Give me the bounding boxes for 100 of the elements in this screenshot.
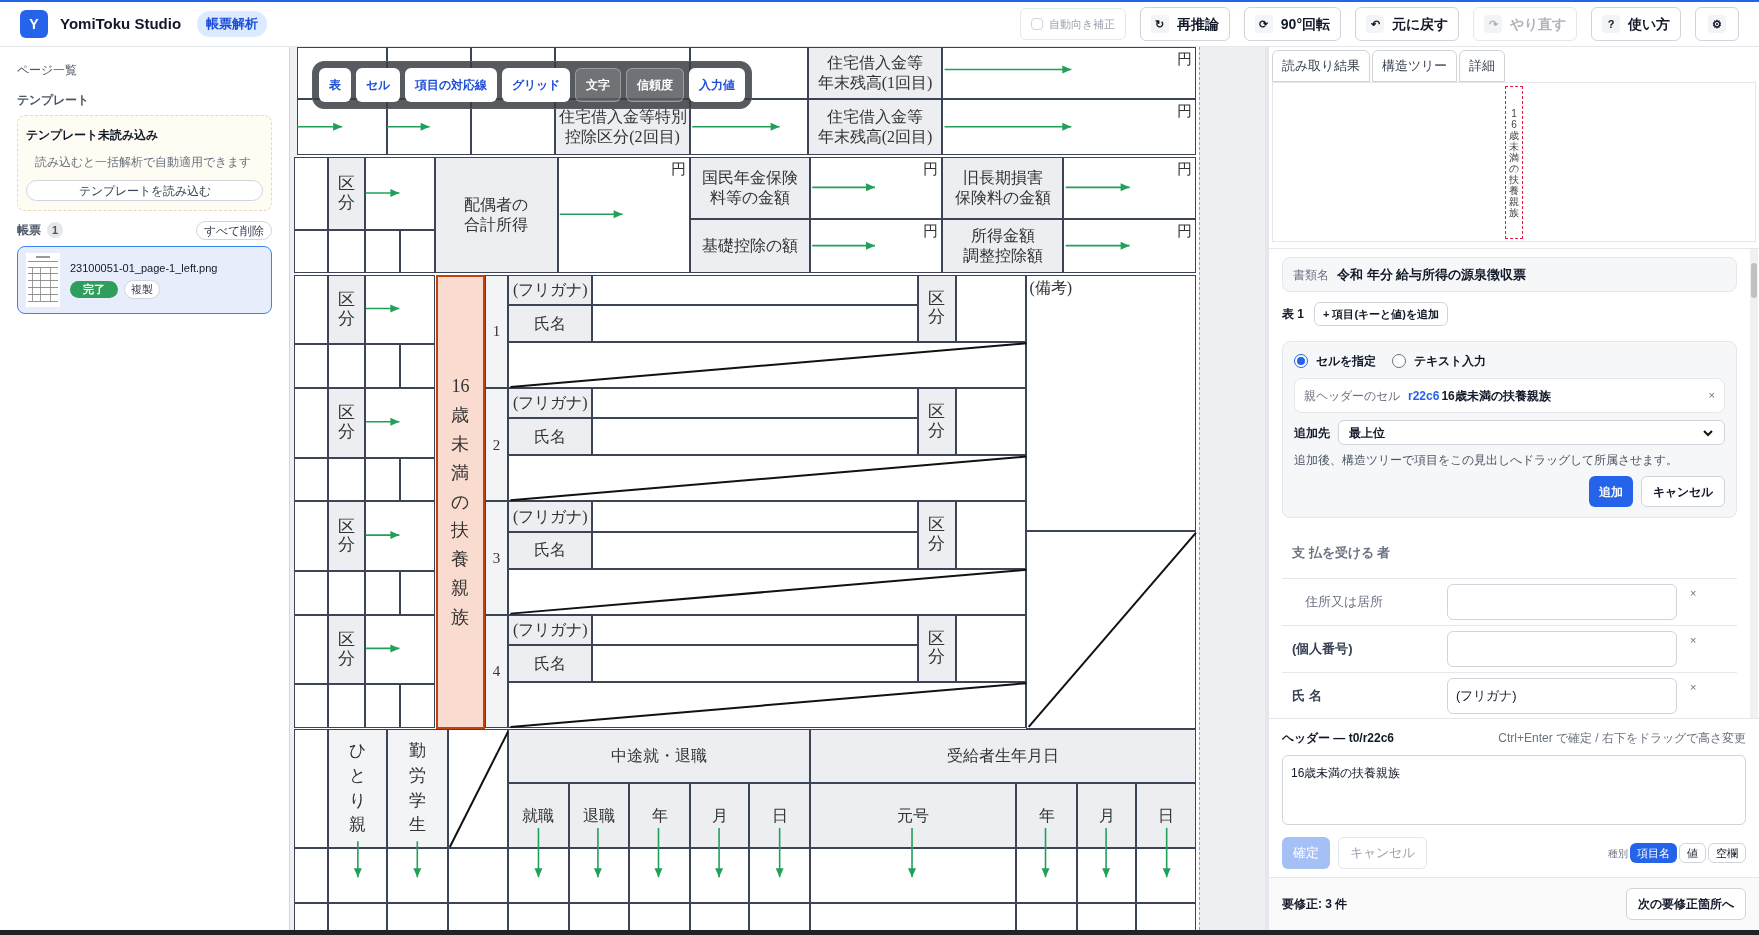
form-label-cell: 氏名	[508, 531, 593, 569]
cancel-button[interactable]: キャンセル	[1641, 476, 1725, 507]
form-label-cell: 区分	[917, 614, 956, 683]
remove-button[interactable]: ×	[1690, 678, 1697, 695]
amount-cell: 円	[809, 157, 943, 219]
form-label-cell: 基礎控除の額	[689, 218, 810, 273]
link-arrow	[811, 183, 876, 192]
link-arrow	[364, 644, 401, 653]
cell-text: 16歳未満の扶養親族	[1441, 387, 1551, 405]
file-card[interactable]: 23100051-01_page-1_left.png 完了 複製	[17, 245, 272, 314]
link-arrow	[364, 531, 401, 540]
card-title: テンプレート未読み込み	[26, 127, 159, 144]
link-arrow	[593, 827, 602, 879]
settings-button[interactable]: ⚙	[1695, 7, 1739, 41]
section-heading: テンプレート	[17, 92, 90, 109]
panel-tab[interactable]: 構造ツリー	[1372, 50, 1457, 82]
form-label-cell: (フリガナ)	[508, 388, 593, 419]
amount-cell: 円	[942, 98, 1196, 155]
form-label-cell: 区分	[327, 501, 365, 571]
row-number-cell: 1	[484, 274, 509, 389]
amount-cell: 円	[809, 218, 943, 273]
label-text: 住宅借入金等	[827, 52, 923, 73]
link-arrow	[296, 122, 343, 131]
layer-toggle[interactable]: 表	[319, 68, 351, 102]
delete-all-button[interactable]: すべて削除	[196, 220, 272, 240]
clear-button[interactable]: ×	[1708, 387, 1715, 404]
text-input[interactable]: (フリガナ)	[1447, 677, 1677, 714]
next-issue-button[interactable]: 次の要修正箇所へ	[1626, 888, 1746, 920]
panel-title: ページ一覧	[17, 62, 78, 79]
link-arrow	[386, 122, 431, 131]
add-item-button[interactable]: + 項目(キーと値)を追加	[1314, 302, 1448, 326]
label-text: 配偶者の	[464, 194, 529, 215]
empty-cell	[400, 571, 436, 615]
type-option[interactable]: 値	[1679, 843, 1706, 863]
form-label-cell: 中途就・退職	[508, 729, 810, 783]
field-label: 追加先	[1294, 424, 1330, 442]
empty-cell	[400, 457, 436, 502]
label-text: 住宅借入金等	[827, 106, 923, 127]
link-arrow	[811, 241, 876, 250]
form-label-cell: 退職	[568, 783, 630, 849]
empty-cell	[364, 457, 401, 502]
row-number-cell: 3	[484, 501, 509, 615]
panel-tab[interactable]: 詳細	[1459, 50, 1505, 82]
label-text: 保険料の金額	[954, 187, 1051, 208]
type-option[interactable]: 空欄	[1708, 843, 1746, 863]
parent-cell-field[interactable]: 親ヘッダーのセル r22c6 16歳未満の扶養親族 ×	[1294, 378, 1725, 413]
form-label-cell: 元号	[809, 783, 1017, 849]
form-label-cell: 氏名	[508, 418, 593, 456]
toolbar-button[interactable]: ? 使い方	[1591, 7, 1681, 41]
section-heading: 帳票	[17, 222, 41, 239]
scrollbar[interactable]	[1750, 249, 1758, 718]
issue-count: 要修正: 3 件	[1282, 896, 1348, 913]
layer-toggle[interactable]: 入力値	[689, 68, 745, 102]
toolbar-button[interactable]: ↶ 元に戻す	[1355, 7, 1459, 41]
remove-button[interactable]: ×	[1690, 584, 1697, 601]
field-label: 住所又は居所	[1304, 592, 1384, 611]
layer-toggle[interactable]: グリッド	[502, 68, 570, 102]
empty-cell	[364, 684, 401, 729]
layer-toggle[interactable]: 信頼度	[626, 68, 684, 102]
empty-cell	[364, 344, 401, 389]
link-arrow	[364, 188, 401, 197]
link-arrow	[1064, 183, 1131, 192]
remove-button[interactable]: ×	[1690, 631, 1697, 648]
amount-cell: 円	[557, 157, 690, 273]
type-option[interactable]: 項目名	[1630, 843, 1677, 863]
radio-button[interactable]: セルを指定	[1294, 352, 1376, 370]
load-template-button[interactable]: テンプレートを読み込む	[26, 180, 263, 201]
form-label-cell: 勤労学生	[387, 729, 448, 849]
link-arrow	[353, 840, 362, 879]
toolbar-button[interactable]: ↻ 再推論	[1139, 7, 1230, 41]
text-input[interactable]	[1447, 630, 1677, 667]
field-label: 種別	[1608, 846, 1628, 861]
link-arrow	[413, 840, 422, 879]
layer-toggle[interactable]: 文字	[575, 68, 621, 102]
row-number-cell: 2	[484, 388, 509, 502]
form-label-cell: 区分	[327, 388, 365, 458]
form-label-cell: 区分	[327, 274, 365, 345]
form-label-cell: (フリガナ)	[508, 501, 593, 532]
panel-tab[interactable]: 読み取り結果	[1272, 50, 1370, 82]
form-label-cell: (フリガナ)	[508, 274, 593, 306]
radio-button[interactable]: テキスト入力	[1392, 352, 1486, 370]
text-input[interactable]	[1447, 583, 1677, 620]
toolbar-button[interactable]: ⟳ 90°回転	[1243, 7, 1341, 41]
duplicate-button[interactable]: 複製	[124, 280, 160, 300]
empty-cell	[364, 571, 401, 615]
empty-cell	[364, 229, 401, 273]
header-text-area[interactable]: 16歳未満の扶養親族	[1282, 755, 1746, 825]
target-select[interactable]: 最上位	[1338, 420, 1725, 445]
label-text: 調整控除額	[962, 245, 1043, 266]
link-arrow	[1064, 241, 1131, 250]
cell-reference: r22c6	[1408, 387, 1440, 405]
file-name: 23100051-01_page-1_left.png	[70, 260, 218, 276]
add-button[interactable]: 追加	[1589, 476, 1633, 507]
layer-toggle[interactable]: セル	[356, 68, 400, 102]
label-text: 旧長期損害	[962, 167, 1043, 188]
layer-toggle[interactable]: 項目の対応線	[405, 68, 497, 102]
status-badge: 完了	[70, 281, 118, 299]
highlighted-cell: 16歳未満の扶養親族	[436, 274, 485, 730]
hint-text: Ctrl+Enter で確定 / 右下をドラッグで高さ変更	[1498, 730, 1746, 747]
empty-cell	[400, 684, 436, 729]
